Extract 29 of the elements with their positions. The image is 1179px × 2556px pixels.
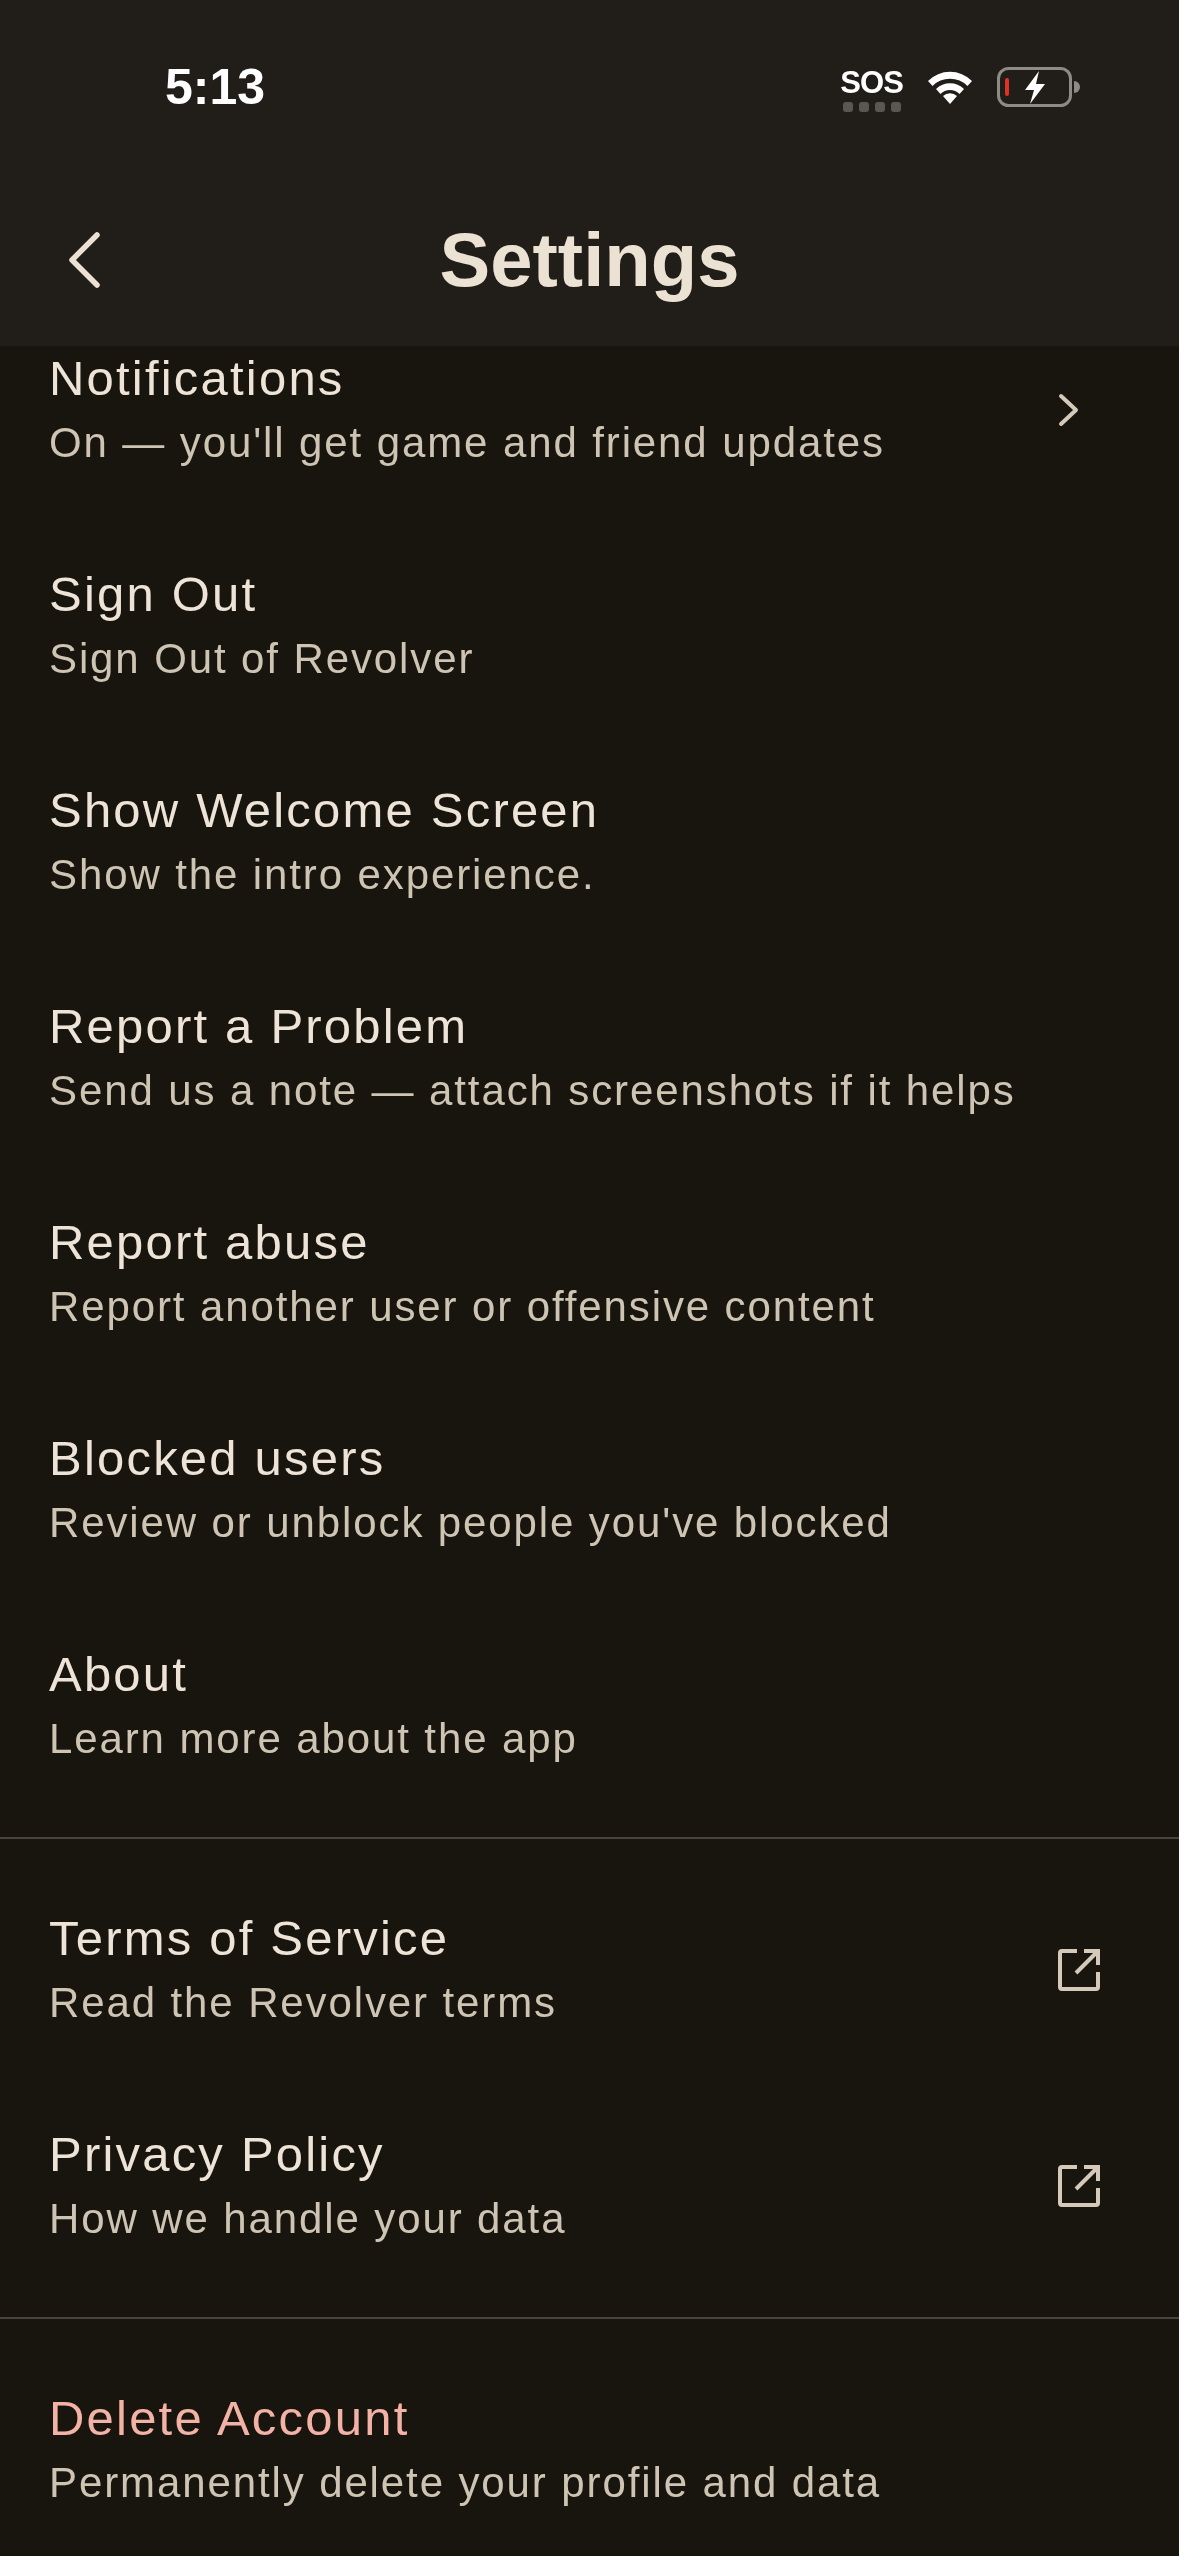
settings-item-title[interactable]: About	[49, 1644, 189, 1704]
settings-item-description: Review or unblock people you've blocked	[49, 1498, 892, 1548]
settings-item-description: Permanently delete your profile and data	[49, 2458, 882, 2508]
page-title: Settings	[439, 216, 740, 304]
settings-item-title[interactable]: Report a Problem	[49, 996, 469, 1056]
external-link-icon	[1057, 2163, 1101, 2208]
settings-item-title[interactable]: Sign Out	[49, 564, 258, 624]
settings-item-description: Show the intro experience.	[49, 850, 596, 900]
back-icon[interactable]	[66, 230, 102, 290]
settings-item-description: Sign Out of Revolver	[49, 634, 475, 684]
settings-item-description: Send us a note — attach screenshots if it helps	[49, 1066, 1016, 1116]
battery-charging-icon	[997, 67, 1081, 107]
signal-dots-icon	[842, 101, 901, 112]
settings-item-title[interactable]: Show Welcome Screen	[49, 780, 600, 840]
settings-item-title[interactable]: Privacy Policy	[49, 2124, 385, 2184]
settings-item-description: Report another user or offensive content	[49, 1282, 876, 1332]
settings-item-title[interactable]: Delete Account	[49, 2388, 410, 2448]
external-link-icon	[1057, 1947, 1101, 1992]
chevron-right-icon	[1057, 391, 1081, 428]
settings-item-description: How we handle your data	[49, 2194, 567, 2244]
network-status: SOS	[840, 66, 903, 99]
settings-item-title[interactable]: Terms of Service	[49, 1908, 450, 1968]
status-time: 5:13	[165, 62, 266, 112]
settings-item-title[interactable]: Notifications	[49, 348, 345, 408]
settings-item-title[interactable]: Report abuse	[49, 1212, 370, 1272]
settings-item-description: Read the Revolver terms	[49, 1978, 557, 2028]
settings-item-description: On — you'll get game and friend updates	[49, 418, 885, 468]
settings-item-title[interactable]: Blocked users	[49, 1428, 386, 1488]
settings-item-description: Learn more about the app	[49, 1714, 578, 1764]
